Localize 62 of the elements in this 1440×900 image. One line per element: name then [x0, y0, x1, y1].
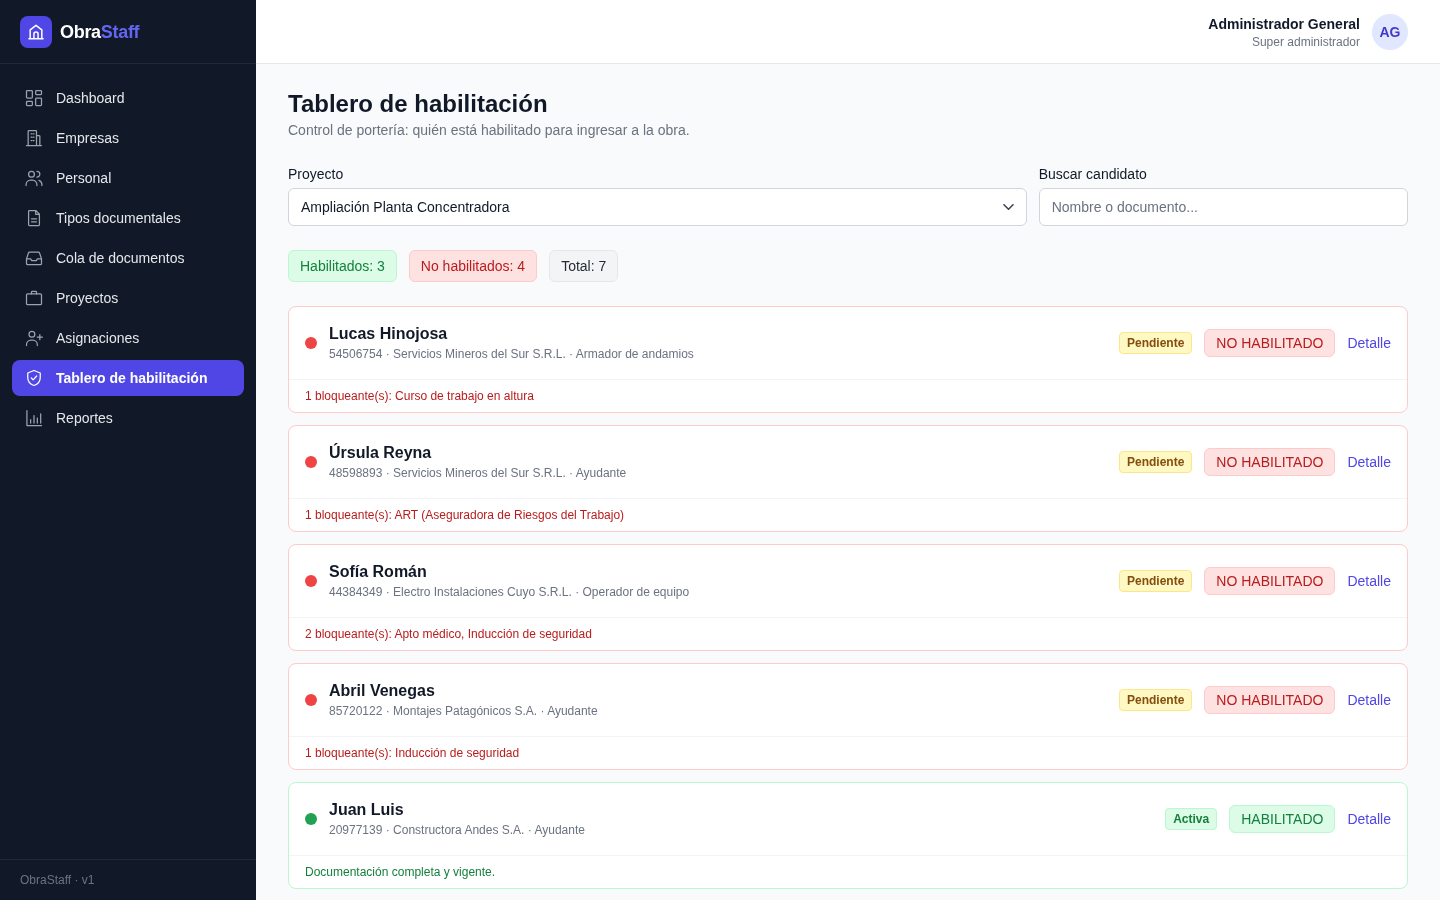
worker-name: Lucas Hinojosa: [329, 324, 448, 344]
total-count-chip: Total: 7: [549, 250, 619, 282]
detail-link[interactable]: Detalle: [1347, 811, 1391, 827]
field-label: Proyecto: [288, 165, 344, 184]
worker-details: 20977139 · Constructora Andes S.A. · Ayudante: [329, 822, 585, 839]
worker-details: 44384349 · Electro Instalaciones Cuyo S.R.L. · Operador de equipo: [329, 584, 690, 601]
detail-link[interactable]: Detalle: [1347, 454, 1391, 470]
enabled-count-chip: Habilitados: 3: [288, 250, 397, 282]
assignment-status-tag: Pendiente: [1118, 570, 1193, 592]
users-icon: [24, 168, 44, 188]
shield-check-icon: [24, 368, 44, 388]
nav-item[interactable]: Tipos documentales: [12, 200, 244, 236]
bar-chart-icon: [24, 408, 44, 428]
card-note: Documentación completa y vigente.: [305, 864, 496, 880]
user-name: Administrador General: [1208, 14, 1360, 34]
field-label: Buscar candidato: [1038, 165, 1147, 184]
project-select[interactable]: Ampliación Planta Concentradora: [288, 188, 1027, 226]
detail-link[interactable]: Detalle: [1347, 692, 1391, 708]
nav-item[interactable]: Empresas: [12, 120, 244, 156]
detail-link[interactable]: Detalle: [1347, 573, 1391, 589]
page-title: Tablero de habilitación: [288, 89, 549, 119]
worker-name: Abril Venegas: [329, 681, 435, 701]
nav-item[interactable]: Asignaciones: [12, 320, 244, 356]
card-note: 1 bloqueante(s): Inducción de seguridad: [305, 745, 520, 761]
user-role: Super administrador: [1251, 33, 1360, 50]
nav-item[interactable]: Cola de documentos: [12, 240, 244, 276]
building-icon: [24, 128, 44, 148]
search-field[interactable]: Nombre o documento...: [1038, 188, 1408, 226]
clearance-status-tag: NO HABILITADO: [1204, 567, 1336, 595]
user-plus-icon: [24, 328, 44, 348]
clearance-status-tag: HABILITADO: [1229, 805, 1336, 833]
clearance-status-tag: NO HABILITADO: [1204, 329, 1336, 357]
clearance-status-tag: NO HABILITADO: [1204, 686, 1336, 714]
worker-name: Juan Luis: [329, 800, 404, 820]
worker-name: Úrsula Reyna: [329, 442, 432, 463]
worker-name: Sofía Román: [329, 562, 427, 582]
user-avatar[interactable]: AG: [1372, 13, 1408, 50]
grid-icon: [24, 88, 44, 108]
assignment-status-tag: Pendiente: [1118, 332, 1193, 354]
clearance-status-tag: NO HABILITADO: [1204, 448, 1336, 476]
house-icon: [20, 15, 52, 48]
assignment-status-tag: Activa: [1165, 808, 1218, 830]
blocked-count-chip: No habilitados: 4: [408, 250, 538, 282]
detail-link[interactable]: Detalle: [1347, 335, 1391, 351]
worker-details: 54506754 · Servicios Mineros del Sur S.R.L. · Armador de andamios: [329, 346, 694, 363]
nav-item[interactable]: Personal: [12, 160, 244, 196]
nav-item[interactable]: Reportes: [12, 400, 244, 436]
nav-item[interactable]: Dashboard: [12, 80, 244, 116]
assignment-status-tag: Pendiente: [1118, 451, 1193, 473]
briefcase-icon: [24, 288, 44, 308]
assignment-status-tag: Pendiente: [1118, 689, 1193, 711]
card-note: 2 bloqueante(s): Apto médico, Inducción de seguridad: [305, 626, 592, 642]
card-note: 1 bloqueante(s): ART (Aseguradora de Riesgos del Trabajo): [305, 507, 625, 523]
page-subtitle: Control de portería: quién está habilitado para ingresar a la obra.: [288, 121, 691, 140]
brand-name: ObraStaff: [60, 20, 140, 44]
worker-details: 48598893 · Servicios Mineros del Sur S.R.L. · Ayudante: [329, 465, 627, 482]
card-note: 1 bloqueante(s): Curso de trabajo en altura: [305, 388, 534, 404]
nav-item[interactable]: Tablero de habilitación: [12, 360, 244, 396]
worker-details: 85720122 · Montajes Patagónicos S.A. · Ayudante: [329, 703, 598, 720]
nav-item[interactable]: Proyectos: [12, 280, 244, 316]
chevron-down-icon: [1002, 204, 1014, 210]
version-text: ObraStaff · v1: [20, 873, 95, 887]
